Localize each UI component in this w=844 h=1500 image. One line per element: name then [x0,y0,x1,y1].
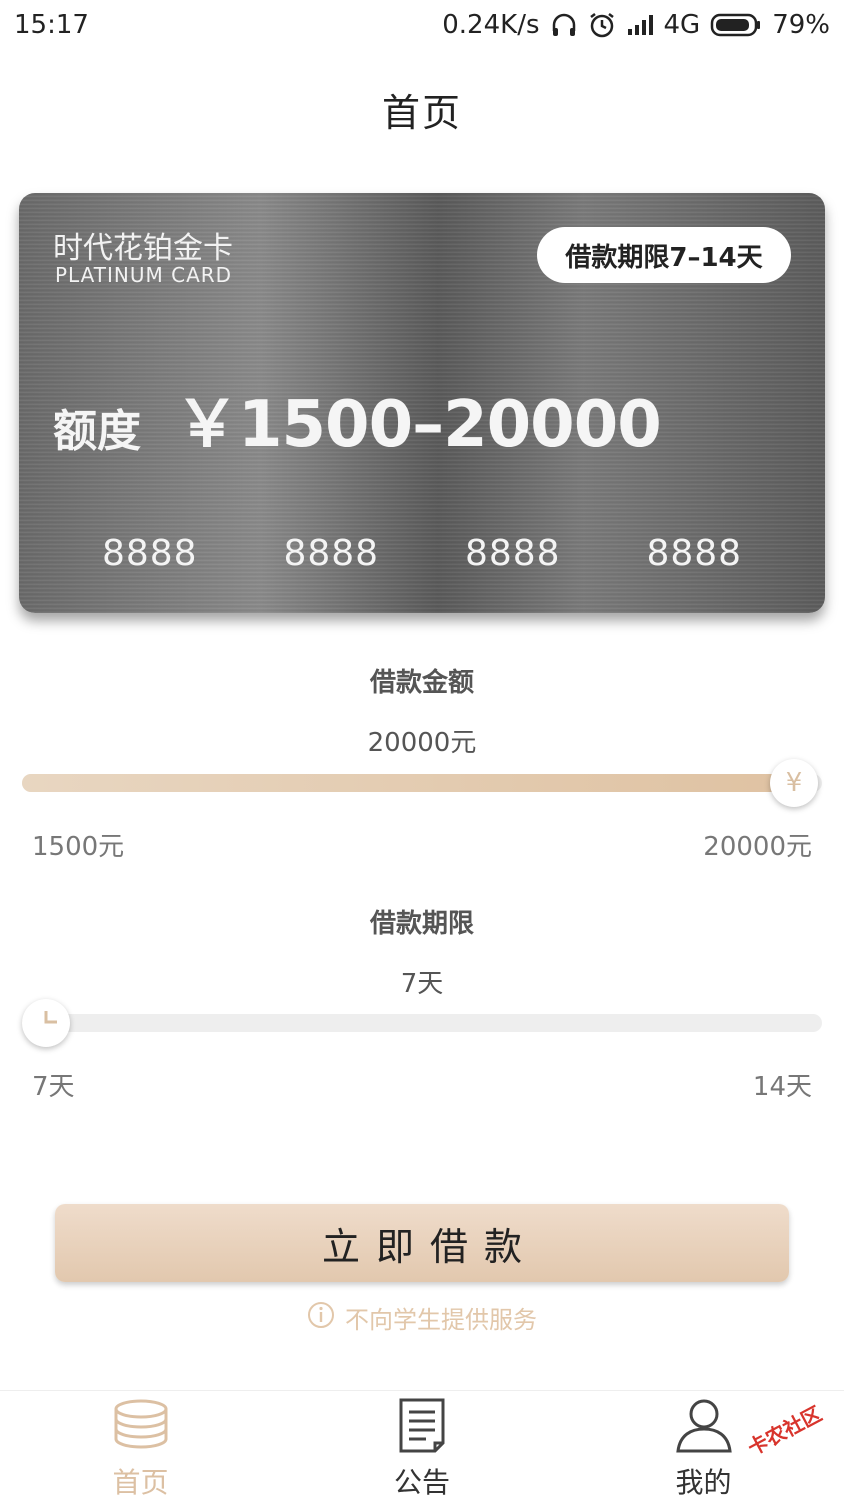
tab-label: 我的 [675,1466,732,1499]
amount-slider[interactable] [22,774,822,792]
battery-icon [710,12,762,38]
info-icon [307,1301,335,1335]
amount-slider-thumb[interactable]: ¥ [770,759,818,807]
term-min: 7天 [32,1072,75,1102]
bottom-tab-bar: 首页 公告 我的 [0,1390,844,1500]
platinum-card: 时代花铂金卡 PLATINUM CARD 借款期限7–14天 额度 ￥1500–… [19,193,825,613]
tab-announcements[interactable]: 公告 [282,1391,563,1500]
amount-value: 20000元 [367,728,477,758]
yen-icon: ¥ [785,768,803,798]
network-type: 4G [663,10,701,40]
page-title: 首页 [381,91,462,135]
status-bar: 15:17 0.24K/s 4G 79% [0,0,844,50]
term-badge: 借款期限7–14天 [537,227,791,283]
headphones-icon [550,11,578,39]
net-speed: 0.24K/s [442,10,540,40]
user-icon [674,1397,734,1457]
status-icons: 0.24K/s 4G 79% [442,10,830,40]
clock-icon [33,1007,59,1040]
card-number-group: 8888 [464,533,561,574]
card-number-group: 8888 [283,533,380,574]
term-max: 14天 [752,1072,812,1102]
borrow-now-button[interactable]: 立即借款 [55,1204,789,1282]
limit-value: ￥1500–20000 [175,388,662,462]
card-name: 时代花铂金卡 [53,231,233,266]
card-number-group: 8888 [646,533,743,574]
signal-icon [626,13,654,37]
term-slider-thumb[interactable] [22,999,70,1047]
tab-label: 公告 [393,1466,450,1499]
student-notice: 不向学生提供服务 [0,1300,844,1335]
term-label: 借款期限 [369,909,474,939]
term-slider[interactable] [22,1014,822,1032]
tab-label: 首页 [112,1466,169,1499]
card-name-en: PLATINUM CARD [55,263,233,287]
amount-min: 1500元 [32,832,125,862]
coins-icon [111,1397,171,1457]
term-value: 7天 [400,969,444,999]
notice-text: 不向学生提供服务 [345,1306,537,1334]
card-number: 8888 8888 8888 8888 [19,533,825,574]
card-number-group: 8888 [101,533,198,574]
alarm-icon [588,11,616,39]
tab-home[interactable]: 首页 [0,1391,281,1500]
amount-slider-fill [22,774,798,792]
battery-level: 79% [772,10,830,40]
limit-row: 额度 ￥1500–20000 [53,373,662,465]
amount-max: 20000元 [703,832,812,862]
amount-label: 借款金额 [369,668,474,698]
limit-label: 额度 [53,406,141,457]
document-icon [392,1397,452,1457]
status-time: 15:17 [14,10,89,40]
